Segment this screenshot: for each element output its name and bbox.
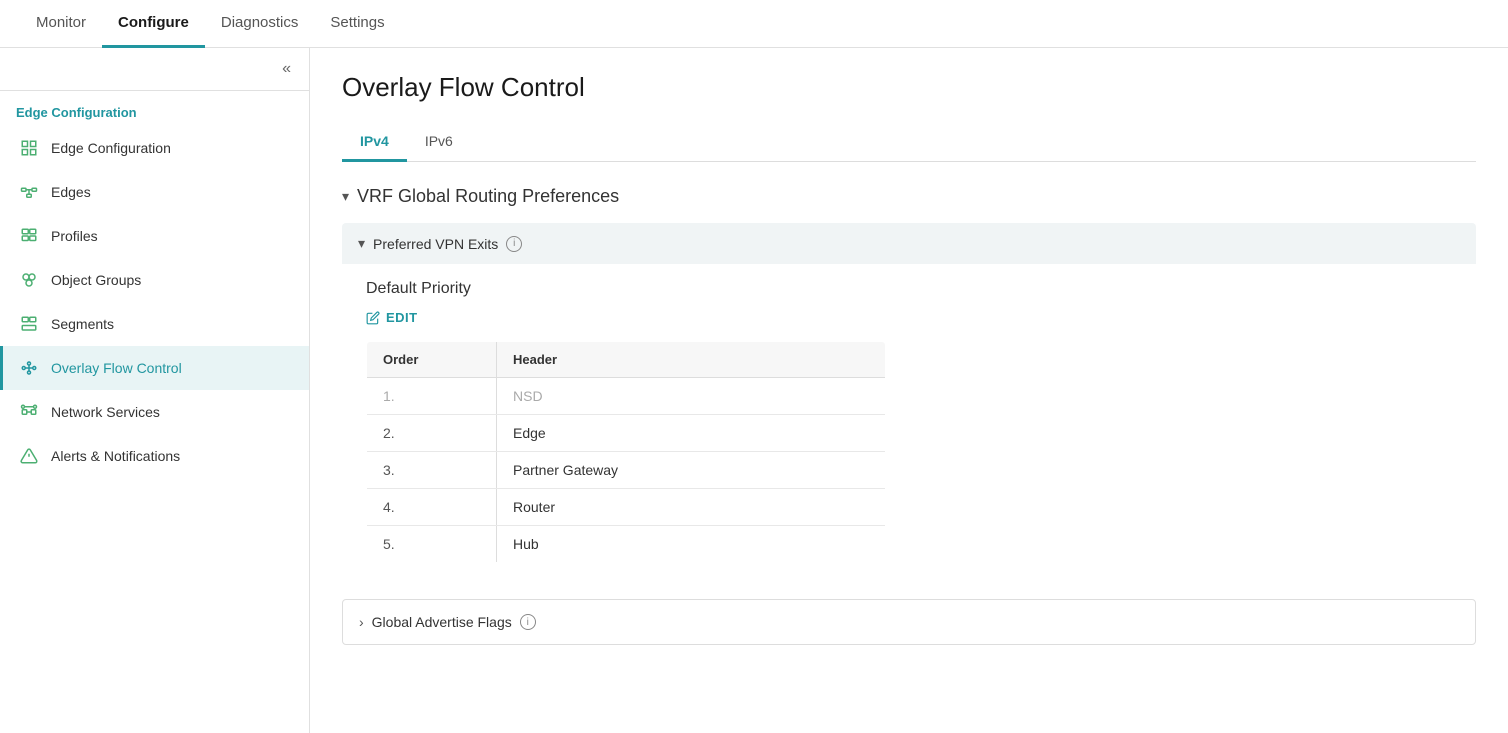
table-cell-order: 1. [367,378,497,415]
profiles-icon [19,226,39,246]
global-advertise-header[interactable]: › Global Advertise Flags i [343,600,1475,644]
preferred-vpn-exits-header[interactable]: ▾ Preferred VPN Exits i [342,223,1476,264]
table-cell-order: 2. [367,415,497,452]
subsection-body: Default Priority EDIT Order Header 1. NS… [342,264,1476,587]
main-layout: « Edge Configuration Edge Configuration … [0,48,1508,733]
info-icon[interactable]: i [506,236,522,252]
sidebar-item-overlay-flow-control[interactable]: Overlay Flow Control [0,346,309,390]
sidebar-item-object-groups[interactable]: Object Groups [0,258,309,302]
table-cell-header: Edge [497,415,886,452]
sidebar-section-title: Edge Configuration [0,91,309,126]
info-icon[interactable]: i [520,614,536,630]
table-row: 2. Edge [367,415,886,452]
table-cell-header: Partner Gateway [497,452,886,489]
object-groups-icon [19,270,39,290]
preferred-vpn-exits-title: Preferred VPN Exits [373,236,498,252]
table-row: 5. Hub [367,526,886,563]
table-cell-order: 4. [367,489,497,526]
tab-settings[interactable]: Settings [314,0,400,48]
edit-button[interactable]: EDIT [366,310,418,325]
sidebar-item-edges[interactable]: Edges [0,170,309,214]
tab-configure[interactable]: Configure [102,0,205,48]
sidebar-item-label: Profiles [51,228,98,244]
tab-ipv6[interactable]: IPv6 [407,123,471,162]
sidebar-item-label: Network Services [51,404,160,420]
sidebar: « Edge Configuration Edge Configuration … [0,48,310,733]
sidebar-item-segments[interactable]: Segments [0,302,309,346]
sidebar-item-label: Object Groups [51,272,141,288]
table-header-header: Header [497,342,886,378]
tab-ipv4[interactable]: IPv4 [342,123,407,162]
table-cell-header: Router [497,489,886,526]
sidebar-item-label: Edges [51,184,91,200]
tab-bar: IPv4 IPv6 [342,123,1476,162]
sidebar-item-profiles[interactable]: Profiles [0,214,309,258]
chevron-down-icon: ▾ [342,188,349,205]
chevron-down-icon: ▾ [358,235,365,252]
sidebar-item-label: Edge Configuration [51,140,171,156]
sidebar-item-edge-configuration[interactable]: Edge Configuration [0,126,309,170]
top-navigation: Monitor Configure Diagnostics Settings [0,0,1508,48]
table-cell-order: 3. [367,452,497,489]
vrf-section-header[interactable]: ▾ VRF Global Routing Preferences [342,186,1476,207]
preferred-vpn-exits-subsection: ▾ Preferred VPN Exits i Default Priority… [342,223,1476,587]
table-row: 1. NSD [367,378,886,415]
chevron-right-icon: › [359,614,364,630]
table-cell-order: 5. [367,526,497,563]
tab-diagnostics[interactable]: Diagnostics [205,0,315,48]
alert-icon [19,446,39,466]
tab-monitor[interactable]: Monitor [20,0,102,48]
main-content: Overlay Flow Control IPv4 IPv6 ▾ VRF Glo… [310,48,1508,733]
sidebar-header: « [0,48,309,91]
page-title: Overlay Flow Control [342,72,1476,103]
table-cell-header: NSD [497,378,886,415]
sidebar-item-label: Overlay Flow Control [51,360,182,376]
sidebar-item-alerts-notifications[interactable]: Alerts & Notifications [0,434,309,478]
pencil-icon [366,311,380,325]
edges-icon [19,182,39,202]
sidebar-item-label: Segments [51,316,114,332]
sidebar-item-network-services[interactable]: Network Services [0,390,309,434]
table-cell-header: Hub [497,526,886,563]
vrf-section-title: VRF Global Routing Preferences [357,186,619,207]
sidebar-item-label: Alerts & Notifications [51,448,180,464]
collapse-sidebar-button[interactable]: « [276,58,297,80]
priority-table: Order Header 1. NSD 2. Edge 3. Partner G… [366,341,886,563]
network-services-icon [19,402,39,422]
grid-icon [19,138,39,158]
segments-icon [19,314,39,334]
global-advertise-title: Global Advertise Flags [372,614,512,630]
table-row: 4. Router [367,489,886,526]
overlay-flow-control-icon [19,358,39,378]
table-row: 3. Partner Gateway [367,452,886,489]
global-advertise-section: › Global Advertise Flags i [342,599,1476,645]
table-header-order: Order [367,342,497,378]
default-priority-label: Default Priority [366,280,1452,298]
